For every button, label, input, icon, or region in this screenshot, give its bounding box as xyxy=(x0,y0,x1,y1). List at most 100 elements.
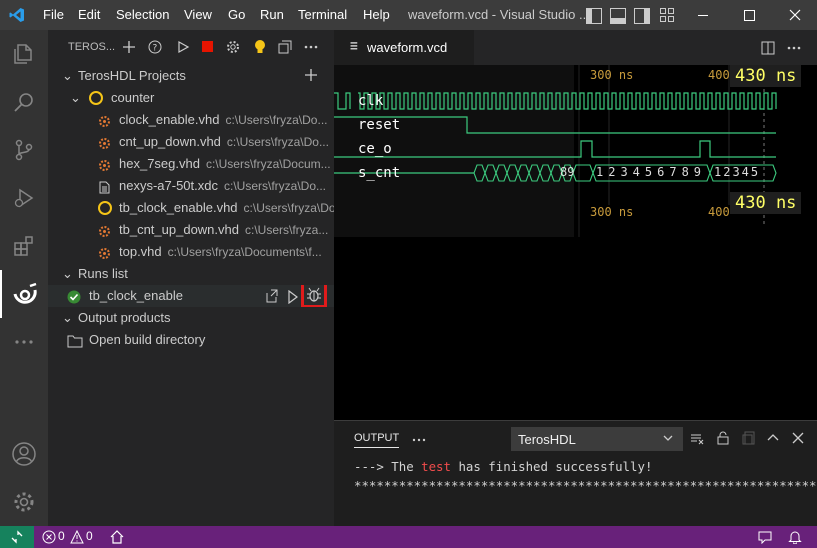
file-item[interactable]: tb_cnt_up_down.vhd c:\Users\fryza... xyxy=(48,219,334,241)
chevron-up-icon[interactable] xyxy=(766,431,780,445)
add-project-icon[interactable] xyxy=(122,40,136,54)
window-title: waveform.vcd - Visual Studio ... xyxy=(408,7,590,22)
editor-more-icon[interactable] xyxy=(787,41,801,55)
ce-o-waveform xyxy=(334,140,776,158)
collapse-all-icon[interactable] xyxy=(278,40,292,54)
output-keyword: test xyxy=(421,459,451,474)
close-panel-icon[interactable] xyxy=(791,431,805,445)
file-name: nexys-a7-50t.xdc xyxy=(119,178,218,193)
help-icon[interactable]: ? xyxy=(148,40,162,54)
menu-go[interactable]: Go xyxy=(228,7,245,22)
open-file-icon[interactable] xyxy=(265,288,279,303)
open-log-icon[interactable] xyxy=(742,431,756,445)
customize-layout-icon[interactable] xyxy=(660,8,674,22)
menu-view[interactable]: View xyxy=(184,7,212,22)
testbench-circle-icon xyxy=(98,201,112,215)
menu-selection[interactable]: Selection xyxy=(116,7,169,22)
toggle-secondary-sidebar-icon[interactable] xyxy=(634,8,650,24)
waveform-file-icon: ≡ xyxy=(350,39,358,54)
file-path: c:\Users\fryza\Docum... xyxy=(205,157,331,171)
clear-output-icon[interactable] xyxy=(690,432,704,446)
output-channel-select[interactable]: TerosHDL xyxy=(511,427,683,451)
tab-output[interactable]: OUTPUT xyxy=(354,432,400,448)
run-icon[interactable] xyxy=(176,40,190,54)
project-item-counter[interactable]: ⌄ counter xyxy=(48,87,334,109)
more-actions-icon[interactable] xyxy=(304,40,318,54)
file-item[interactable]: tb_clock_enable.vhd c:\Users\fryza\Do... xyxy=(48,197,334,219)
menu-file[interactable]: File xyxy=(43,7,64,22)
file-item[interactable]: top.vhd c:\Users\fryza\Documents\f... xyxy=(48,241,334,263)
reset-waveform xyxy=(334,116,776,134)
runs-section-label: Runs list xyxy=(78,266,128,281)
signal-label-reset[interactable]: reset xyxy=(358,117,400,133)
project-circle-icon xyxy=(89,91,103,105)
file-path: c:\Users\fryza... xyxy=(244,223,329,237)
run-debug-icon[interactable] xyxy=(0,174,48,222)
menu-terminal[interactable]: Terminal xyxy=(298,7,347,22)
cursor-time-bottom: 430 ns xyxy=(730,192,802,214)
settings-gear-icon[interactable] xyxy=(0,478,48,526)
menu-help[interactable]: Help xyxy=(363,7,390,22)
vhdl-file-icon xyxy=(98,223,111,237)
close-window-icon[interactable] xyxy=(772,0,817,30)
toggle-panel-icon[interactable] xyxy=(610,8,626,24)
file-item[interactable]: clock_enable.vhd c:\Users\fryza\Do... xyxy=(48,109,334,131)
menu-edit[interactable]: Edit xyxy=(78,7,100,22)
bug-icon xyxy=(307,287,321,302)
run-item[interactable]: tb_clock_enable xyxy=(48,285,334,307)
signal-label-ce-o[interactable]: ce_o xyxy=(358,141,392,157)
explorer-icon[interactable] xyxy=(0,30,48,78)
extensions-icon[interactable] xyxy=(0,222,48,270)
file-item[interactable]: cnt_up_down.vhd c:\Users\fryza\Do... xyxy=(48,131,334,153)
output-section-header[interactable]: ⌄ Output products xyxy=(48,307,334,329)
menu-run[interactable]: Run xyxy=(260,7,284,22)
file-item[interactable]: hex_7seg.vhd c:\Users\fryza\Docum... xyxy=(48,153,334,175)
signal-label-s-cnt[interactable]: s_cnt xyxy=(358,165,400,181)
home-icon[interactable] xyxy=(110,530,124,544)
add-icon[interactable] xyxy=(304,65,318,87)
signal-label-clk[interactable]: clk xyxy=(358,93,383,109)
toggle-sidebar-icon[interactable] xyxy=(586,8,602,24)
runs-section-header[interactable]: ⌄ Runs list xyxy=(48,263,334,285)
output-text: ---> The xyxy=(354,459,422,474)
waveform-canvas[interactable] xyxy=(334,65,817,420)
tab-waveform[interactable]: ≡ waveform.vcd xyxy=(334,30,474,65)
more-views-icon[interactable] xyxy=(0,318,48,366)
error-icon xyxy=(42,530,56,544)
debug-test-button[interactable] xyxy=(301,285,327,307)
chevron-down-icon: ⌄ xyxy=(62,310,73,325)
source-control-icon[interactable] xyxy=(0,126,48,174)
open-build-directory-item[interactable]: Open build directory xyxy=(48,329,334,351)
split-editor-icon[interactable] xyxy=(761,41,775,55)
minimize-icon[interactable] xyxy=(680,0,726,30)
remote-indicator[interactable] xyxy=(0,526,34,548)
file-item[interactable]: nexys-a7-50t.xdc c:\Users\fryza\Do... xyxy=(48,175,334,197)
warning-icon xyxy=(70,530,84,544)
lightbulb-icon[interactable] xyxy=(254,39,266,55)
accounts-icon[interactable] xyxy=(0,430,48,478)
notifications-bell-icon[interactable] xyxy=(788,530,802,545)
panel-more-icon[interactable] xyxy=(412,433,426,447)
editor-tab-bar: ≡ waveform.vcd xyxy=(334,30,817,65)
run-test-icon[interactable] xyxy=(287,289,299,305)
error-count: 0 xyxy=(58,529,65,543)
config-gear-icon[interactable] xyxy=(226,40,240,54)
projects-section-header[interactable]: ⌄ TerosHDL Projects xyxy=(48,65,334,87)
file-name: tb_cnt_up_down.vhd xyxy=(119,222,239,237)
file-path: c:\Users\fryza\Do... xyxy=(225,113,328,127)
status-bar: 0 0 xyxy=(0,526,817,548)
bus-value: 89 xyxy=(560,165,575,179)
time-tick-bottom: 400 xyxy=(708,205,730,219)
vscode-logo-icon xyxy=(9,7,25,23)
file-path: c:\Users\fryza\Documents\f... xyxy=(167,245,322,259)
stop-icon[interactable] xyxy=(202,41,213,52)
title-bar: File Edit Selection View Go Run Terminal… xyxy=(0,0,817,30)
search-icon[interactable] xyxy=(0,78,48,126)
feedback-icon[interactable] xyxy=(758,530,772,545)
waveform-viewer[interactable]: clk reset ce_o s_cnt 89 123456789 12345 … xyxy=(334,65,817,420)
lock-scroll-icon[interactable] xyxy=(716,431,730,445)
teroshdl-icon[interactable] xyxy=(0,270,48,318)
maximize-icon[interactable] xyxy=(726,0,772,30)
sidebar-title: TEROS... xyxy=(68,41,116,53)
remote-icon xyxy=(11,530,23,544)
